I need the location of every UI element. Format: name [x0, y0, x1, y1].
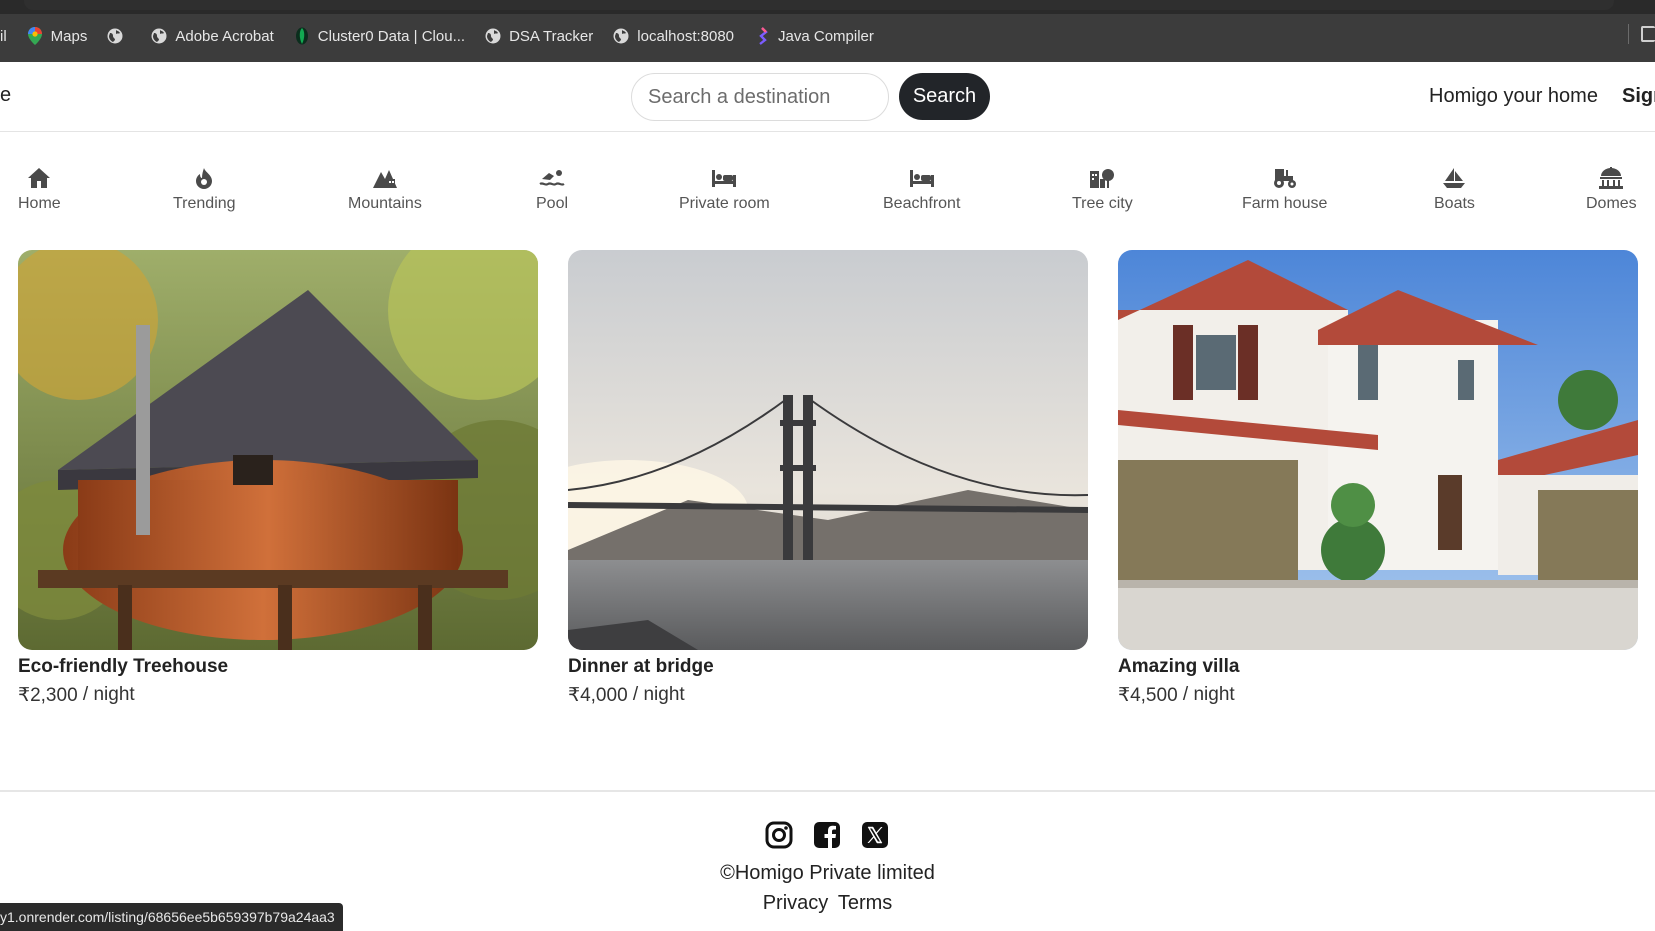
listing-price: ₹4,000: [568, 685, 628, 706]
filter-domes[interactable]: Domes: [1586, 165, 1637, 213]
treehouse-photo[interactable]: [18, 250, 538, 650]
host-link[interactable]: Homigo your home: [1429, 85, 1598, 108]
browser-chrome: il Maps Adobe Acrobat Cluster0 Data | Cl…: [0, 0, 1655, 62]
listing-price-row: ₹4,000 / night: [568, 684, 1088, 712]
privacy-link[interactable]: Privacy: [763, 892, 829, 914]
listing-card[interactable]: Eco-friendly Treehouse ₹2,300 / night: [18, 250, 538, 712]
listing-title[interactable]: Dinner at bridge: [568, 656, 1088, 684]
filter-tree-city[interactable]: Tree city: [1072, 165, 1133, 213]
status-bar-url: y1.onrender.com/listing/68656ee5b659397b…: [0, 903, 343, 931]
signup-link[interactable]: Sign: [1622, 85, 1655, 108]
bookmark-adobe-acrobat[interactable]: Adobe Acrobat: [141, 22, 283, 50]
tree-city-icon: [1089, 165, 1115, 191]
dome-icon: [1598, 165, 1624, 191]
category-filters: Home Trending Mountains Pool Private roo…: [0, 165, 1655, 225]
compiler-icon: [754, 27, 770, 45]
bookmark-label: Adobe Acrobat: [175, 27, 274, 45]
facebook-icon[interactable]: [812, 820, 842, 850]
listing-price: ₹4,500: [1118, 685, 1178, 706]
filter-label: Tree city: [1072, 195, 1133, 212]
search-button[interactable]: Search: [899, 73, 990, 120]
listing-price-row: ₹4,500 / night: [1118, 684, 1638, 712]
copyright-text: ©Homigo Private limited: [720, 862, 935, 884]
listing-card[interactable]: Dinner at bridge ₹4,000 / night: [568, 250, 1088, 712]
listing-price: ₹2,300: [18, 685, 78, 706]
filter-farm-house[interactable]: Farm house: [1242, 165, 1327, 213]
folder-icon: [1641, 26, 1655, 42]
listing-price-unit: / night: [1182, 684, 1235, 705]
filter-beachfront[interactable]: Beachfront: [883, 165, 960, 213]
other-bookmarks[interactable]: [1628, 24, 1655, 44]
globe-icon: [485, 28, 501, 44]
filter-trending[interactable]: Trending: [173, 165, 236, 213]
x-twitter-icon[interactable]: [860, 820, 890, 850]
brand-logo[interactable]: e: [0, 84, 11, 107]
bookmark-label: DSA Tracker: [509, 27, 594, 45]
listing-card[interactable]: Amazing villa ₹4,500 / night: [1118, 250, 1638, 712]
bookmarks-bar: il Maps Adobe Acrobat Cluster0 Data | Cl…: [0, 22, 884, 50]
filter-pool[interactable]: Pool: [536, 165, 568, 213]
bookmark-mail[interactable]: il: [0, 22, 17, 50]
address-bar[interactable]: [24, 0, 1614, 10]
filter-label: Farm house: [1242, 195, 1328, 212]
listing-title[interactable]: Eco-friendly Treehouse: [18, 656, 538, 684]
bookmark-label: Maps: [50, 27, 88, 45]
bed-icon: [711, 165, 737, 191]
filter-label: Home: [18, 195, 61, 212]
bookmark-label: localhost:8080: [637, 27, 735, 45]
bookmark-label: il: [0, 27, 7, 45]
listing-price-unit: / night: [82, 684, 135, 705]
filter-label: Beachfront: [883, 195, 961, 212]
bookmarks-divider: [1628, 24, 1629, 44]
house-icon: [26, 165, 52, 191]
globe-icon: [107, 28, 123, 44]
filter-label: Pool: [536, 195, 569, 212]
search-input[interactable]: [631, 73, 889, 121]
terms-link[interactable]: Terms: [838, 892, 892, 914]
bookmark-cluster0[interactable]: Cluster0 Data | Clou...: [284, 22, 475, 50]
filter-label: Private room: [679, 195, 770, 212]
bookmark-label: Java Compiler: [778, 27, 874, 45]
filter-label: Domes: [1586, 195, 1637, 212]
maps-icon: [27, 27, 43, 45]
bookmark-globe[interactable]: [97, 22, 141, 50]
bookmark-label: Cluster0 Data | Clou...: [317, 27, 466, 45]
globe-icon: [613, 28, 629, 44]
swimmer-icon: [539, 165, 565, 191]
mountain-city-icon: [372, 165, 398, 191]
bookmark-java-compiler[interactable]: Java Compiler: [744, 22, 884, 50]
listing-title[interactable]: Amazing villa: [1118, 656, 1638, 684]
bookmark-dsa-tracker[interactable]: DSA Tracker: [475, 22, 603, 50]
sailboat-icon: [1441, 165, 1467, 191]
tractor-icon: [1272, 165, 1298, 191]
bookmark-maps[interactable]: Maps: [17, 22, 98, 50]
filter-boats[interactable]: Boats: [1434, 165, 1475, 213]
mongodb-leaf-icon: [294, 27, 310, 45]
filter-mountains[interactable]: Mountains: [348, 165, 422, 213]
globe-icon: [151, 28, 167, 44]
filter-private-room[interactable]: Private room: [679, 165, 770, 213]
bridge-photo[interactable]: [568, 250, 1088, 650]
filter-label: Trending: [173, 195, 236, 212]
instagram-icon[interactable]: [764, 820, 794, 850]
filter-label: Mountains: [348, 195, 422, 212]
filter-label: Boats: [1434, 195, 1475, 212]
bookmark-localhost[interactable]: localhost:8080: [603, 22, 744, 50]
social-links: [764, 820, 890, 850]
listing-price-row: ₹2,300 / night: [18, 684, 538, 712]
villa-photo[interactable]: [1118, 250, 1638, 650]
fire-icon: [191, 165, 217, 191]
filter-home[interactable]: Home: [18, 165, 61, 213]
bed-icon: [909, 165, 935, 191]
listing-price-unit: / night: [632, 684, 685, 705]
